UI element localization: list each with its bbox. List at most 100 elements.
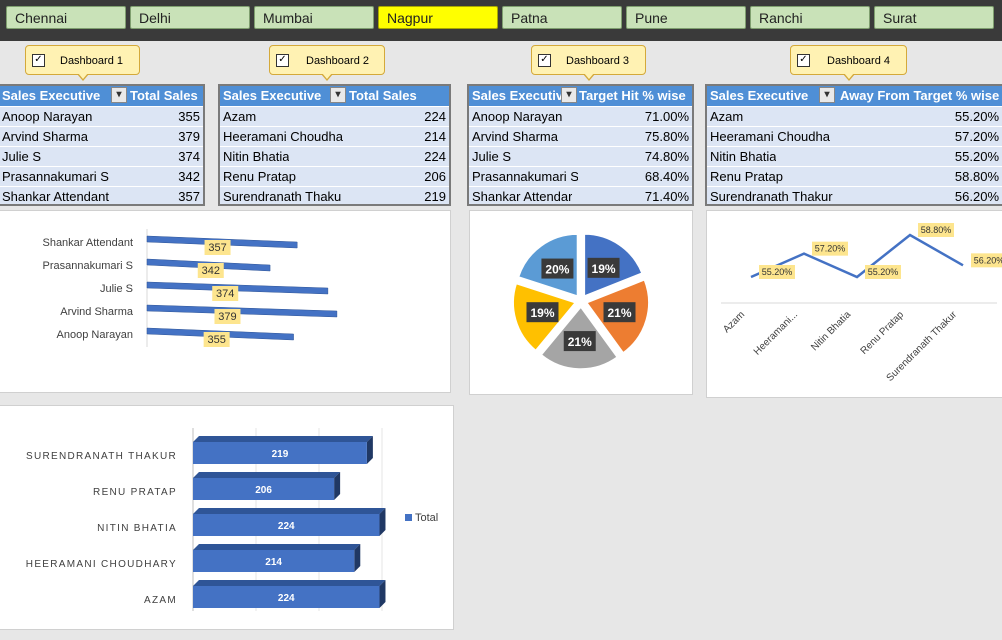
chart-panel-2[interactable]: 19% 21% 21% 19% 20% <box>469 210 693 395</box>
table-row: Azam 224 <box>220 106 449 126</box>
city-tile-mumbai[interactable]: Mumbai <box>254 6 374 29</box>
column-header-executive: Sales Executive <box>710 88 809 103</box>
bar-top <box>193 436 373 442</box>
dashboard-label: Dashboard 1 <box>60 55 123 67</box>
data-label: 224 <box>278 521 295 532</box>
city-tile-chennai[interactable]: Chennai <box>6 6 126 29</box>
table-row: Arvind Sharma 75.80% <box>469 126 692 146</box>
cell-value: 342 <box>178 169 200 184</box>
cell-name: Julie S <box>2 149 42 164</box>
data-label: 374 <box>216 288 234 300</box>
table-row: Julie S 74.80% <box>469 146 692 166</box>
city-slicer: Chennai Delhi Mumbai Nagpur Patna Pune R… <box>0 0 1002 41</box>
city-tile-nagpur[interactable]: Nagpur <box>378 6 498 29</box>
data-label: 379 <box>218 311 236 323</box>
cell-name: Anoop Narayan <box>2 109 93 124</box>
cell-value: 58.80% <box>954 169 999 184</box>
chart-panel-3[interactable]: 55.20% 57.20% 55.20% 58.80% 56.20% Azam Heeram… <box>706 210 1002 398</box>
table-row: Shankar Attendant 357 <box>0 186 203 204</box>
bar-top <box>193 580 386 586</box>
filter-icon[interactable]: ▾ <box>819 87 835 103</box>
data-label: 56.20% <box>974 255 1002 265</box>
column-header-executive: Sales Executive <box>223 88 322 103</box>
city-tile-ranchi[interactable]: Ranchi <box>750 6 870 29</box>
data-label: 21% <box>607 306 631 320</box>
table-row: Renu Pratap 58.80% <box>707 166 1002 186</box>
data-label: 20% <box>545 263 569 277</box>
filter-icon[interactable]: ▾ <box>561 87 577 103</box>
cell-name: Shankar Attendar <box>472 189 573 204</box>
table-row: Anoop Narayan 355 <box>0 106 203 126</box>
cell-value: 224 <box>424 109 446 124</box>
cell-name: Shankar Attendant <box>2 189 109 204</box>
column-header-away: Away From Target % wise <box>840 88 1000 103</box>
cell-name: Surendranath Thaku <box>223 189 342 204</box>
filter-icon[interactable]: ▾ <box>330 87 346 103</box>
table-row: Heeramani Choudha 57.20% <box>707 126 1002 146</box>
category-label: Azam <box>721 309 747 335</box>
cell-value: 206 <box>424 169 446 184</box>
cell-value: 75.80% <box>644 129 689 144</box>
category-label: Nitin Bhatia <box>809 309 853 353</box>
column-header-target: Target Hit % wise <box>579 88 686 103</box>
pivot-table-1: Sales Executive ▾ Total Sales Anoop Nara… <box>0 84 205 206</box>
pivot-table-3: Sales Executiv ▾ Target Hit % wise Anoop… <box>467 84 694 206</box>
cell-name: Surendranath Thakur <box>710 189 833 204</box>
data-label: 19% <box>530 306 554 320</box>
table-row: Prasannakumari S 68.40% <box>469 166 692 186</box>
checkbox-icon[interactable]: ✓ <box>797 54 810 67</box>
bar <box>146 304 338 318</box>
data-label: 19% <box>592 262 616 276</box>
table-row: Nitin Bhatia 55.20% <box>707 146 1002 166</box>
table-row: Nitin Bhatia 224 <box>220 146 449 166</box>
category-label: Shankar Attendant <box>42 237 133 249</box>
table-row: Surendranath Thaku 219 <box>220 186 449 204</box>
category-label: AZAM <box>144 595 177 606</box>
data-label: 355 <box>207 334 225 346</box>
filter-icon[interactable]: ▾ <box>111 87 127 103</box>
cell-name: Arvind Sharma <box>2 129 88 144</box>
bar-chart-sales: Shankar Attendant 357 Prasannakumari S 342 J… <box>42 229 338 347</box>
cell-name: Azam <box>223 109 257 124</box>
table-row: Arvind Sharma 379 <box>0 126 203 146</box>
table-row: Azam 55.20% <box>707 106 1002 126</box>
chart-panel-1[interactable]: Shankar Attendant 357 Prasannakumari S 342 J… <box>0 210 451 393</box>
checkbox-icon[interactable]: ✓ <box>276 54 289 67</box>
cell-name: Heeramani Choudha <box>710 129 830 144</box>
cell-name: Azam <box>710 109 744 124</box>
column-header-executive: Sales Executive <box>2 88 101 103</box>
bar-top <box>193 472 341 478</box>
city-tile-delhi[interactable]: Delhi <box>130 6 250 29</box>
pivot-table-4: Sales Executive ▾ Away From Target % wis… <box>705 84 1002 206</box>
cell-value: 214 <box>424 129 446 144</box>
dashboard-2-toggle[interactable]: ✓ Dashboard 2 <box>269 45 385 81</box>
column-header-executive: Sales Executiv <box>472 88 564 103</box>
dashboard-label: Dashboard 3 <box>566 55 629 67</box>
data-label: 55.20% <box>762 267 793 277</box>
cell-name: Nitin Bhatia <box>223 149 290 164</box>
city-tile-pune[interactable]: Pune <box>626 6 746 29</box>
table-row: Renu Pratap 206 <box>220 166 449 186</box>
cell-name: Prasannakumari S <box>472 169 578 184</box>
dashboard-3-toggle[interactable]: ✓ Dashboard 3 <box>531 45 646 81</box>
cell-value: 379 <box>178 129 200 144</box>
cell-value: 224 <box>424 149 446 164</box>
table-row: Julie S 374 <box>0 146 203 166</box>
category-label: Renu Pratap <box>859 309 907 357</box>
chart-panel-4[interactable]: SURENDRANATH THAKUR 219 RENU PRATAP 206 NITI… <box>0 405 454 630</box>
checkbox-icon[interactable]: ✓ <box>538 54 551 67</box>
cell-value: 71.40% <box>644 189 689 204</box>
pie-chart-target: 19% 21% 21% 19% 20% <box>512 233 650 370</box>
cell-name: Arvind Sharma <box>472 129 558 144</box>
table-row: Prasannakumari S 342 <box>0 166 203 186</box>
data-label: 58.80% <box>921 225 952 235</box>
checkbox-icon[interactable]: ✓ <box>32 54 45 67</box>
dashboard-4-toggle[interactable]: ✓ Dashboard 4 <box>790 45 907 81</box>
dashboard-1-toggle[interactable]: ✓ Dashboard 1 <box>25 45 140 81</box>
cell-value: 56.20% <box>954 189 999 204</box>
data-label: 214 <box>265 557 282 568</box>
city-tile-patna[interactable]: Patna <box>502 6 622 29</box>
category-label: Heeramani... <box>752 309 800 357</box>
city-tile-surat[interactable]: Surat <box>874 6 994 29</box>
dashboard-label: Dashboard 2 <box>306 55 369 67</box>
